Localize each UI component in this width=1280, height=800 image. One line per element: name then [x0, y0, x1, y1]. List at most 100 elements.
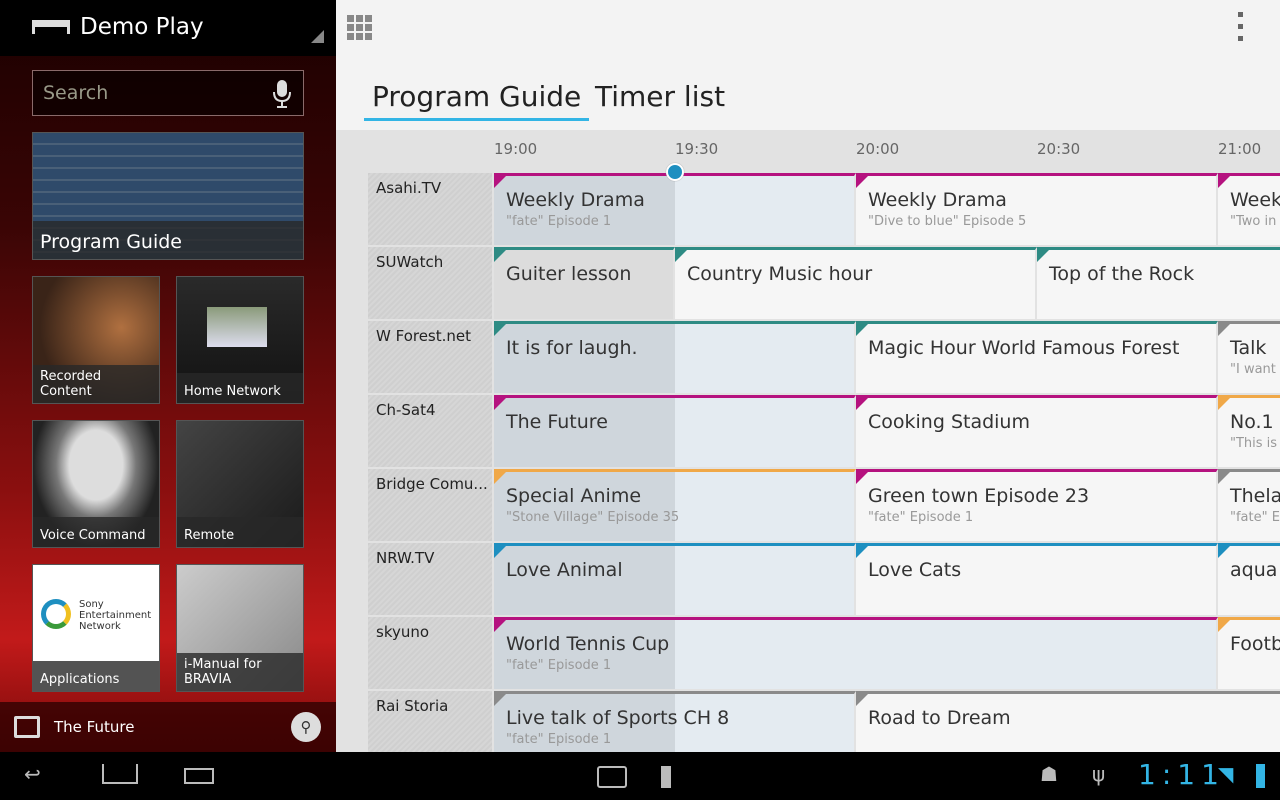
program-title: Magic Hour World Famous Forest	[868, 337, 1180, 359]
program-cell[interactable]: Cooking Stadium	[856, 395, 1218, 467]
tab-program-guide[interactable]: Program Guide	[363, 80, 590, 121]
category-marker	[1218, 324, 1230, 336]
dropdown-corner-icon[interactable]	[311, 30, 324, 43]
program-title: Guiter lesson	[506, 263, 632, 285]
channel-cell[interactable]: Rai Storia	[368, 691, 492, 752]
category-marker	[494, 472, 506, 484]
program-title: Footb	[1230, 633, 1280, 655]
tile-program-guide[interactable]: Program Guide	[32, 132, 304, 260]
category-marker	[856, 472, 868, 484]
program-cell[interactable]: Weekly Drama "Dive to blue" Episode 5	[856, 173, 1218, 245]
remote-link-icon[interactable]: ⚲	[291, 712, 321, 742]
tile-label: Applications	[33, 661, 159, 691]
grid-view-icon[interactable]	[347, 15, 372, 40]
program-cell[interactable]: Love Animal	[494, 543, 856, 615]
program-title: Top of the Rock	[1049, 263, 1195, 285]
program-title: Green town Episode 23	[868, 485, 1090, 507]
program-cell[interactable]: Footb	[1218, 617, 1280, 689]
program-cell[interactable]: Magic Hour World Famous Forest	[856, 321, 1218, 393]
channel-cell[interactable]: Ch-Sat4	[368, 395, 492, 467]
channel-name: SUWatch	[376, 253, 444, 271]
program-subtitle: "Two in	[1230, 214, 1277, 229]
program-cell[interactable]: Talk "I want	[1218, 321, 1280, 393]
app-bar: Demo Play	[0, 0, 336, 56]
tile-voice-command[interactable]: Voice Command	[32, 420, 160, 548]
category-marker	[494, 324, 506, 336]
category-marker	[494, 694, 506, 706]
program-title: Special Anime	[506, 485, 642, 507]
channel-cell[interactable]: W Forest.net	[368, 321, 492, 393]
program-title: Weekly Drama	[506, 189, 645, 211]
tab-timer-list[interactable]: Timer list	[595, 80, 725, 113]
microphone-icon[interactable]	[273, 80, 291, 108]
now-playing-label: The Future	[54, 718, 135, 736]
program-title: Weekly Drama	[868, 189, 1007, 211]
program-title: World Tennis Cup	[506, 633, 670, 655]
time-tick: 21:00	[1218, 140, 1262, 158]
channel-cell[interactable]: SUWatch	[368, 247, 492, 319]
category-marker	[675, 250, 687, 262]
tile-label: Home Network	[177, 373, 303, 403]
program-cell[interactable]: World Tennis Cup "fate" Episode 1	[494, 617, 1218, 689]
program-title: No.1	[1230, 411, 1274, 433]
program-subtitle: "This is	[1230, 436, 1278, 451]
program-subtitle: "Stone Village" Episode 35	[506, 510, 680, 525]
tile-recorded-content[interactable]: Recorded Content	[32, 276, 160, 404]
program-cell[interactable]: Top of the Rock	[1037, 247, 1280, 319]
program-cell[interactable]: Green town Episode 23 "fate" Episode 1	[856, 469, 1218, 541]
program-cell[interactable]: The Future	[494, 395, 856, 467]
program-cell[interactable]: It is for laugh.	[494, 321, 856, 393]
search-input[interactable]	[43, 79, 263, 107]
time-tick: 19:00	[494, 140, 538, 158]
tile-applications[interactable]: Sony Entertainment Network Applications	[32, 564, 160, 692]
category-marker	[856, 176, 868, 188]
channel-cell[interactable]: skyuno	[368, 617, 492, 689]
channel-cell[interactable]: Asahi.TV	[368, 173, 492, 245]
program-cell[interactable]: Special Anime "Stone Village" Episode 35	[494, 469, 856, 541]
tile-label: Remote	[177, 517, 303, 547]
category-marker	[856, 398, 868, 410]
category-marker	[494, 250, 506, 262]
tile-remote[interactable]: Remote	[176, 420, 304, 548]
program-cell[interactable]: Live talk of Sports CH 8 "fate" Episode 1	[494, 691, 856, 752]
program-title: Live talk of Sports CH 8	[506, 707, 730, 729]
app-title[interactable]: Demo Play	[80, 14, 204, 40]
program-guide-grid: 19:00 19:30 20:00 20:30 21:00 Asahi.TV Weekly …	[336, 130, 1280, 752]
channel-cell[interactable]: Bridge Comu...	[368, 469, 492, 541]
tile-label: Recorded Content	[33, 365, 159, 403]
program-cell[interactable]: Weekly Drama "fate" Episode 1	[494, 173, 856, 245]
program-cell[interactable]: No.1 "This is	[1218, 395, 1280, 467]
channel-cell[interactable]: NRW.TV	[368, 543, 492, 615]
current-time-indicator	[666, 163, 684, 181]
program-subtitle: "Dive to blue" Episode 5	[868, 214, 1027, 229]
remote-icon[interactable]	[661, 766, 671, 788]
program-title: aqua	[1230, 559, 1278, 581]
program-cell[interactable]: Love Cats	[856, 543, 1218, 615]
program-subtitle: "fate" Episode 1	[506, 214, 612, 229]
recent-apps-icon[interactable]	[184, 768, 214, 784]
program-cell[interactable]: Guiter lesson	[494, 247, 675, 319]
time-tick: 20:30	[1037, 140, 1081, 158]
program-title: Love Cats	[868, 559, 962, 581]
program-cell[interactable]: aqua	[1218, 543, 1280, 615]
channel-name: Rai Storia	[376, 697, 449, 715]
program-cell[interactable]: Country Music hour	[675, 247, 1037, 319]
screen-icon[interactable]	[597, 766, 627, 788]
clock: 1:11	[1138, 758, 1225, 791]
tile-i-manual[interactable]: i-Manual for BRAVIA	[176, 564, 304, 692]
tile-label: i-Manual for BRAVIA	[177, 653, 303, 691]
back-icon[interactable]: ↩	[24, 762, 41, 786]
now-playing-bar[interactable]: The Future ⚲	[0, 702, 336, 752]
program-cell[interactable]: Thela "fate" E	[1218, 469, 1280, 541]
program-title: Weekly Drama	[1230, 189, 1280, 211]
program-subtitle: "fate" Episode 1	[506, 658, 612, 673]
overflow-menu-icon[interactable]	[1238, 12, 1246, 48]
program-cell[interactable]: Road to Dream	[856, 691, 1280, 752]
channel-name: Asahi.TV	[376, 179, 442, 197]
home-icon[interactable]	[102, 764, 138, 784]
tile-home-network[interactable]: Home Network	[176, 276, 304, 404]
channel-name: Bridge Comu...	[376, 475, 488, 493]
android-debug-icon: ☗	[1040, 762, 1058, 786]
program-cell[interactable]: Weekly Drama "Two in	[1218, 173, 1280, 245]
program-subtitle: "I want	[1230, 362, 1276, 377]
